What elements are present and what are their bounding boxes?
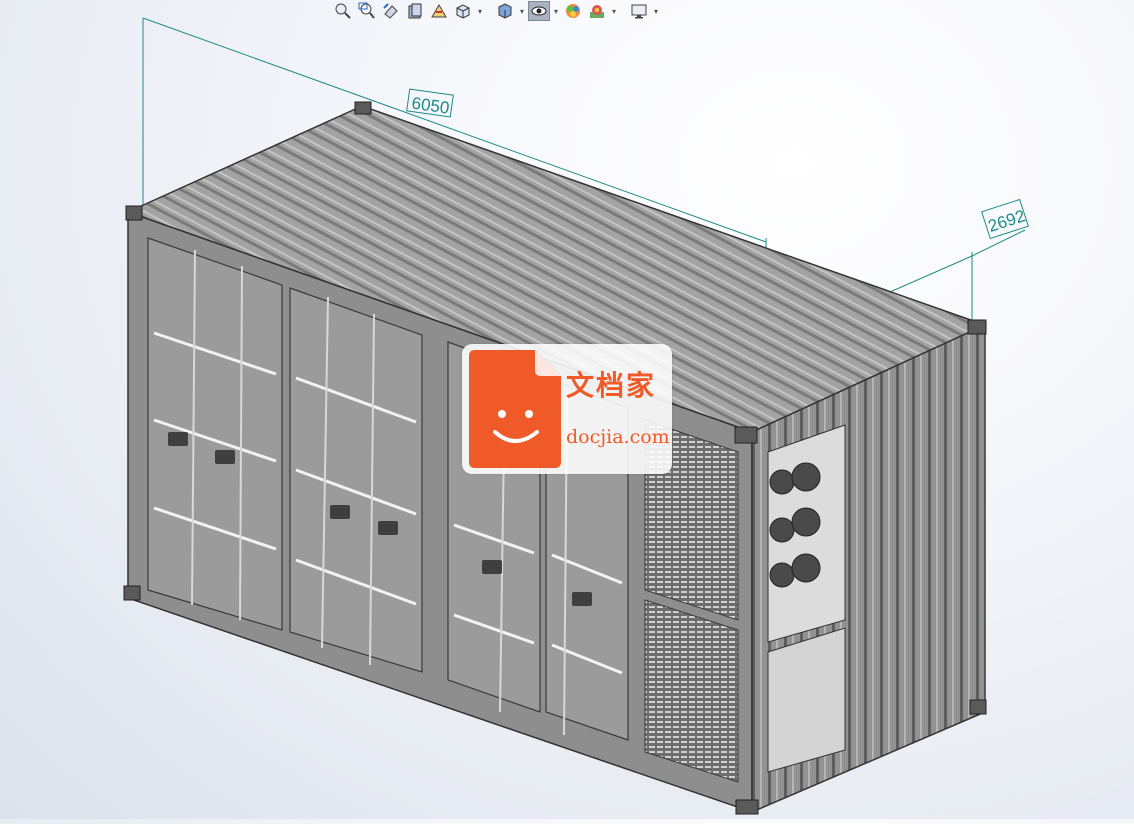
dimension-length-value: 6050 <box>411 94 451 118</box>
watermark: 文档家 docjia.com <box>462 344 672 474</box>
view-orientation-dropdown[interactable]: ▾ <box>476 1 484 21</box>
apply-scene-dropdown[interactable]: ▾ <box>610 1 618 21</box>
previous-view-icon[interactable] <box>380 1 402 21</box>
display-style-icon[interactable] <box>494 1 516 21</box>
graphics-viewport[interactable]: 6050 2692 ▾ ▾ ▾ ▾ ▾ 文档家 docjia.com <box>0 0 1134 819</box>
apply-scene-icon[interactable] <box>586 1 608 21</box>
watermark-chinese-text: 文档家 <box>566 369 657 402</box>
edit-appearance-icon[interactable] <box>562 1 584 21</box>
view-orientation-icon[interactable] <box>452 1 474 21</box>
zoom-to-fit-icon[interactable] <box>332 1 354 21</box>
hide-show-items-dropdown[interactable]: ▾ <box>552 1 560 21</box>
zoom-to-area-icon[interactable] <box>356 1 378 21</box>
heads-up-view-toolbar: ▾ ▾ ▾ ▾ ▾ <box>332 0 660 22</box>
display-style-dropdown[interactable]: ▾ <box>518 1 526 21</box>
dynamic-annotation-icon[interactable] <box>428 1 450 21</box>
document-smile-icon <box>469 350 561 468</box>
section-view-icon[interactable] <box>404 1 426 21</box>
watermark-site-text: docjia.com <box>566 426 670 448</box>
view-settings-dropdown[interactable]: ▾ <box>652 1 660 21</box>
view-settings-icon[interactable] <box>628 1 650 21</box>
hide-show-items-icon[interactable] <box>528 1 550 21</box>
